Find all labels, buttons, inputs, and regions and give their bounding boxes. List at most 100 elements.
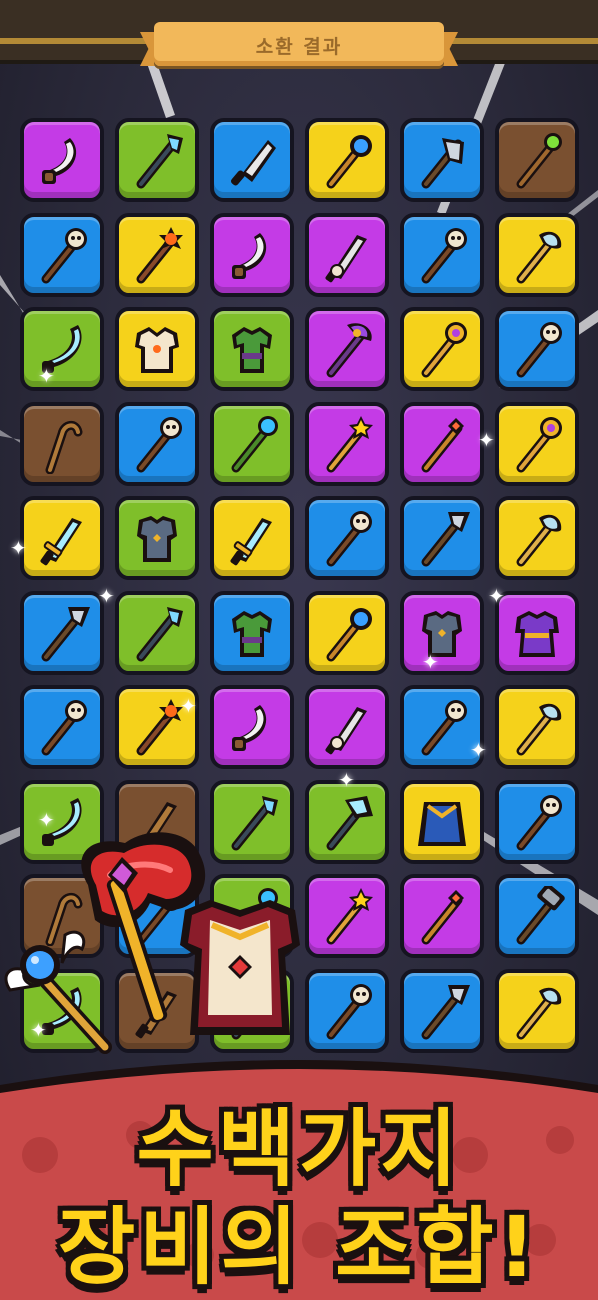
- cleaver-icon: [231, 140, 276, 186]
- gold-sword-icon: [230, 518, 272, 566]
- skull-staff-icon: [421, 227, 467, 283]
- skull-staff-icon: [516, 322, 562, 378]
- spear-icon: [421, 512, 470, 567]
- sun-scepter-icon: [136, 699, 183, 756]
- item-tile[interactable]: [115, 401, 199, 486]
- item-tile[interactable]: [305, 307, 389, 391]
- item-tile[interactable]: [495, 685, 579, 769]
- item-tile[interactable]: [305, 685, 389, 769]
- item-tile[interactable]: [20, 496, 104, 580]
- scimitar-icon: [232, 705, 267, 751]
- winged-wand-icon: [421, 417, 464, 472]
- skull-staff-icon: [421, 700, 467, 756]
- item-tile[interactable]: [115, 590, 199, 675]
- item-tile[interactable]: [400, 212, 484, 297]
- item-tile[interactable]: [495, 212, 579, 297]
- winged-wand-icon: [421, 890, 464, 945]
- item-tile[interactable]: [495, 590, 579, 675]
- moon-wand-icon: [516, 416, 562, 472]
- item-tile[interactable]: [20, 307, 104, 391]
- item-tile[interactable]: [20, 685, 104, 769]
- item-tile[interactable]: [210, 590, 294, 675]
- skull-staff-icon: [136, 416, 182, 472]
- item-tile[interactable]: [210, 496, 294, 580]
- battle-axe-icon: [516, 703, 562, 756]
- item-tile[interactable]: [115, 307, 199, 391]
- orb-axe-staff-icon: [326, 323, 372, 378]
- sun-scepter-icon: [136, 226, 183, 283]
- item-tile[interactable]: [210, 307, 294, 391]
- robe-icon: [515, 610, 559, 657]
- winged-orb-wand-icon: [4, 930, 112, 1054]
- item-tile[interactable]: [400, 401, 484, 486]
- green-orb-staff-icon: [516, 133, 562, 189]
- item-tile[interactable]: [210, 685, 294, 769]
- skull-staff-icon: [41, 227, 87, 283]
- skull-sword-icon: [325, 234, 367, 282]
- item-tile[interactable]: [210, 401, 294, 486]
- axe-icon: [421, 138, 464, 189]
- item-tile[interactable]: [400, 968, 484, 1053]
- item-tile[interactable]: [210, 118, 294, 202]
- ice-scimitar-icon: [42, 325, 82, 373]
- item-tile[interactable]: [210, 212, 294, 297]
- cloak-icon: [418, 801, 466, 846]
- item-tile[interactable]: [495, 401, 579, 486]
- item-tile[interactable]: [400, 874, 484, 958]
- item-tile[interactable]: [20, 590, 104, 675]
- skull-staff-icon: [326, 511, 372, 567]
- item-tile[interactable]: [495, 307, 579, 391]
- skull-sword-icon: [325, 707, 367, 755]
- chestplate-icon: [137, 516, 177, 562]
- item-tile[interactable]: [115, 685, 199, 769]
- item-tile[interactable]: [495, 968, 579, 1053]
- item-tile[interactable]: [400, 118, 484, 202]
- scimitar-icon: [232, 232, 267, 279]
- battle-axe-icon: [516, 514, 562, 567]
- item-tile[interactable]: [20, 401, 104, 486]
- item-tile[interactable]: [305, 212, 389, 297]
- ice-spear-icon: [136, 134, 183, 189]
- tunic-icon: [232, 327, 272, 373]
- item-tile[interactable]: [20, 118, 104, 202]
- item-tile[interactable]: [115, 212, 199, 297]
- skull-staff-icon: [516, 794, 562, 850]
- item-tile[interactable]: [305, 118, 389, 202]
- headline-line-2: 장비의 조합!: [58, 1198, 540, 1296]
- crook-staff-icon: [45, 420, 83, 474]
- featured-equipment: [4, 832, 300, 1054]
- star-wand-icon: [326, 415, 373, 472]
- item-tile[interactable]: [495, 496, 579, 580]
- item-tile[interactable]: [400, 307, 484, 391]
- item-tile[interactable]: [115, 118, 199, 202]
- item-tile[interactable]: [495, 874, 579, 958]
- hammer-icon: [516, 886, 565, 945]
- game-screen: 소환 결과 ✦ ✦ ✦ ✦ ✦ ✦ ✦ ✦ ✦ ✦ ✦ 수백가지 장비의 조합!: [0, 0, 598, 1300]
- vine-orb-staff-icon: [231, 415, 278, 472]
- spear-icon: [421, 984, 470, 1039]
- skull-staff-icon: [41, 700, 87, 756]
- spear-icon: [41, 606, 90, 661]
- item-tile[interactable]: [115, 496, 199, 580]
- item-tile[interactable]: [400, 496, 484, 580]
- scimitar-icon: [42, 138, 77, 184]
- item-tile[interactable]: [305, 496, 389, 580]
- item-tile[interactable]: [495, 779, 579, 864]
- item-tile[interactable]: [400, 590, 484, 675]
- item-tile[interactable]: [400, 685, 484, 769]
- star-scepter-icon: [326, 135, 372, 189]
- item-tile[interactable]: [495, 118, 579, 202]
- gold-sword-icon: [40, 518, 82, 566]
- item-tile[interactable]: [20, 212, 104, 297]
- tunic-icon: [232, 610, 272, 657]
- armor-icon: [135, 327, 179, 373]
- ice-spear-icon: [136, 606, 183, 661]
- battle-axe-icon: [516, 987, 562, 1039]
- star-scepter-icon: [326, 607, 372, 661]
- item-tile[interactable]: [400, 779, 484, 864]
- battle-axe-icon: [516, 231, 562, 283]
- item-tile[interactable]: [305, 401, 389, 486]
- chestplate-icon: [422, 610, 462, 657]
- moon-wand-icon: [421, 322, 467, 378]
- item-tile[interactable]: [305, 590, 389, 675]
